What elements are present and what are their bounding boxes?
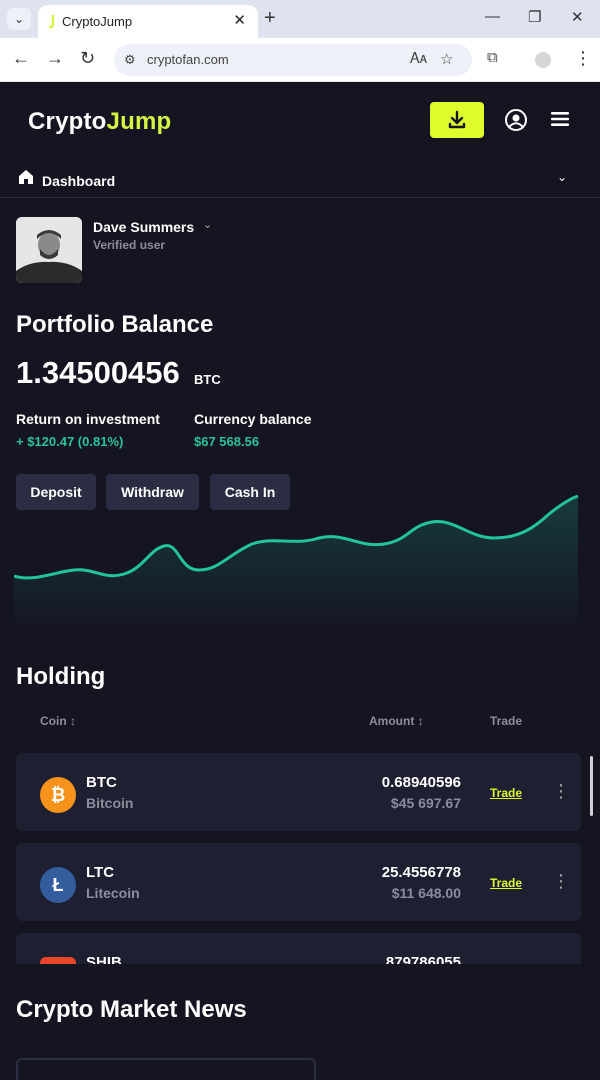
back-icon[interactable]: ← — [12, 48, 30, 69]
tab-title: CryptoJump — [62, 14, 133, 29]
minimize-icon[interactable]: — — [485, 8, 500, 25]
download-button[interactable] — [430, 102, 484, 138]
profile-avatar[interactable] — [535, 52, 551, 68]
dashboard-label: Dashboard — [42, 173, 116, 189]
news-card[interactable] — [16, 1058, 316, 1080]
url-text: cryptofan.com — [147, 52, 229, 67]
coin-column-label: Coin — [40, 714, 67, 728]
new-tab-icon[interactable]: + — [264, 7, 276, 30]
portfolio-title: Portfolio Balance — [16, 311, 214, 338]
bookmark-star-icon[interactable]: ☆ — [440, 50, 453, 68]
roi-label: Return on investment — [16, 411, 160, 427]
extensions-icon[interactable]: ⧉ — [487, 49, 498, 66]
trade-link[interactable]: Trade — [490, 876, 522, 890]
holding-title: Holding — [16, 663, 106, 690]
chevron-down-icon[interactable]: ⌄ — [203, 218, 212, 231]
sparkline-area — [14, 496, 578, 630]
close-tab-icon[interactable]: ✕ — [233, 11, 246, 29]
list-item[interactable]: ₿ BTC Bitcoin 0.68940596 $45 697.67 Trad… — [16, 753, 581, 831]
portfolio-sparkline — [14, 494, 579, 630]
news-title: Crypto Market News — [16, 996, 247, 1023]
litecoin-icon: Ł — [40, 867, 76, 903]
coin-column-header[interactable]: Coin ↕ — [40, 714, 76, 728]
coin-name: Litecoin — [86, 885, 140, 901]
translate-icon[interactable]: 🗛 — [410, 50, 427, 67]
app-logo[interactable]: CryptoJump — [28, 108, 171, 136]
bitcoin-icon: ₿ — [40, 777, 76, 813]
dashboard-nav[interactable]: Dashboard ⌄ — [0, 164, 600, 198]
user-account-icon[interactable] — [504, 108, 528, 132]
trade-column-header: Trade — [490, 714, 523, 728]
roi-value: + $120.47 (0.81%) — [16, 434, 124, 449]
currency-balance-value: $67 568.56 — [194, 434, 260, 449]
list-item[interactable]: SHIB 879786055 — [16, 933, 581, 964]
chevron-down-icon: ⌄ — [13, 12, 25, 26]
user-status: Verified user — [93, 238, 166, 252]
browser-menu-icon[interactable]: ⋮ — [574, 48, 592, 69]
coin-amount: 879786055 — [385, 954, 461, 964]
holdings-list[interactable]: ₿ BTC Bitcoin 0.68940596 $45 697.67 Trad… — [0, 740, 600, 964]
sort-icon: ↕ — [417, 714, 424, 728]
coin-fiat-value: $45 697.67 — [390, 795, 461, 811]
shiba-icon — [40, 957, 76, 964]
coin-symbol: BTC — [86, 774, 117, 791]
download-icon — [448, 110, 466, 129]
more-options-icon[interactable]: ⋮ — [552, 871, 570, 892]
tab-search-button[interactable]: ⌄ — [7, 8, 31, 30]
portfolio-unit: BTC — [194, 372, 221, 387]
coin-symbol: LTC — [86, 864, 115, 881]
logo-part-2: Jump — [106, 108, 172, 135]
site-info-icon[interactable]: ⚙ — [124, 52, 136, 68]
browser-tab[interactable]: CryptoJump ✕ — [38, 5, 258, 38]
more-options-icon[interactable]: ⋮ — [552, 781, 570, 802]
sort-icon: ↕ — [70, 714, 77, 728]
reload-icon[interactable]: ↻ — [80, 48, 95, 69]
list-item[interactable]: Ł LTC Litecoin 25.4556778 $11 648.00 Tra… — [16, 843, 581, 921]
holdings-scrollbar[interactable] — [590, 756, 593, 816]
avatar — [16, 217, 82, 283]
favicon-icon — [49, 15, 55, 28]
hamburger-menu-icon[interactable] — [550, 111, 570, 127]
coin-amount: 0.68940596 — [381, 774, 461, 791]
restore-icon[interactable]: ❐ — [528, 8, 541, 26]
coin-name: Bitcoin — [86, 795, 134, 811]
close-window-icon[interactable]: ✕ — [571, 8, 584, 26]
user-name[interactable]: Dave Summers — [93, 219, 194, 235]
home-icon — [19, 170, 33, 184]
portfolio-balance: 1.34500456 — [16, 355, 180, 390]
url-field[interactable]: ⚙ cryptofan.com 🗛 ☆ — [114, 44, 472, 76]
amount-column-label: Amount — [369, 714, 415, 728]
coin-amount: 25.4556778 — [381, 864, 461, 881]
chevron-down-icon[interactable]: ⌄ — [557, 170, 567, 184]
forward-icon[interactable]: → — [46, 48, 64, 69]
address-bar: ← → ↻ ⚙ cryptofan.com 🗛 ☆ ⧉ ⋮ — [0, 38, 600, 82]
currency-balance-label: Currency balance — [194, 411, 312, 427]
amount-column-header[interactable]: Amount ↕ — [369, 714, 424, 728]
logo-part-1: Crypto — [28, 108, 107, 135]
coin-symbol: SHIB — [86, 954, 122, 964]
browser-tab-bar: ⌄ CryptoJump ✕ + — ❐ ✕ — [0, 0, 600, 38]
coin-fiat-value: $11 648.00 — [391, 885, 461, 901]
trade-link[interactable]: Trade — [490, 786, 522, 800]
